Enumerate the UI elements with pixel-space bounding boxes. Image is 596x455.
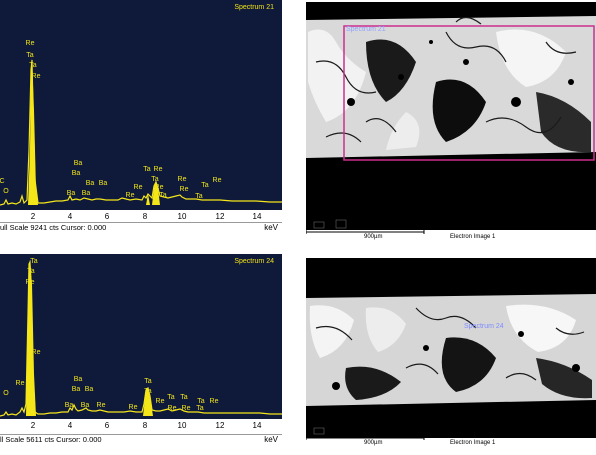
peak-label: Ba bbox=[85, 180, 95, 187]
peak-label: Re bbox=[179, 186, 189, 193]
scale-label: 900µm bbox=[364, 234, 383, 240]
x-tick: 6 bbox=[104, 421, 110, 430]
peak-label: Re bbox=[177, 176, 187, 183]
peak-label: Re bbox=[167, 405, 177, 412]
spectrum-panel-top: Spectrum 21 Re Ta Ta Re C O Ba Ba Ba Ba … bbox=[0, 0, 282, 240]
status-text: ll Scale 5611 cts Cursor: 0.000 bbox=[0, 435, 102, 444]
status-text: ull Scale 9241 cts Cursor: 0.000 bbox=[0, 223, 107, 232]
peak-label: Ta bbox=[167, 394, 175, 401]
peak-label: Ba bbox=[80, 402, 90, 409]
unit-label: keV bbox=[264, 435, 278, 444]
peak-label: Re bbox=[15, 380, 25, 387]
x-tick: 12 bbox=[215, 212, 225, 221]
peak-label: Ta bbox=[143, 166, 151, 173]
image-label: Electron Image 1 bbox=[450, 234, 496, 240]
peak-label: Ba bbox=[73, 160, 83, 167]
peak-label: Ta bbox=[196, 405, 204, 412]
scale-bar-bottom: 900µm Electron Image 1 bbox=[305, 436, 596, 450]
x-tick: 6 bbox=[104, 212, 110, 221]
x-tick: 10 bbox=[177, 421, 187, 430]
peak-label: Re bbox=[25, 40, 35, 47]
peak-label: Ba bbox=[66, 190, 76, 197]
peak-label: Re bbox=[31, 73, 41, 80]
x-tick: 4 bbox=[67, 421, 73, 430]
micrograph-bottom bbox=[306, 258, 596, 438]
status-bar-top: ull Scale 9241 cts Cursor: 0.000 keV bbox=[0, 222, 282, 233]
peak-label: Re bbox=[31, 349, 41, 356]
spectrum-title-bottom: Spectrum 24 bbox=[234, 258, 274, 265]
peak-label: Ta bbox=[26, 52, 34, 59]
scale-bar-top: 900µm Electron Image 1 bbox=[305, 230, 596, 244]
peak-label: Ta bbox=[29, 62, 37, 69]
peak-label: C bbox=[0, 178, 5, 185]
spectrum-title-top: Spectrum 21 bbox=[234, 4, 274, 11]
peak-label: Re bbox=[96, 402, 106, 409]
x-tick: 2 bbox=[30, 421, 36, 430]
status-bar-bottom: ll Scale 5611 cts Cursor: 0.000 keV bbox=[0, 434, 282, 445]
peak-label: Ta bbox=[151, 176, 159, 183]
micrograph-top bbox=[306, 2, 596, 230]
peak-label: Re bbox=[209, 398, 219, 405]
spectrum-panel-bottom: Spectrum 24 Ta Ta Re Re O Re Ba Ba Ba Ba… bbox=[0, 254, 282, 450]
peak-label: Ta bbox=[144, 378, 152, 385]
peak-label: Ta bbox=[144, 388, 152, 395]
peak-label: Ta bbox=[180, 394, 188, 401]
peak-label: Ta bbox=[30, 258, 38, 265]
peak-label: Re bbox=[181, 405, 191, 412]
peak-label: Ba bbox=[84, 386, 94, 393]
peak-label: O bbox=[3, 188, 9, 195]
x-axis-top: 2 4 6 8 10 12 14 bbox=[0, 210, 282, 222]
x-tick: 14 bbox=[252, 212, 262, 221]
spectrum-trace-top bbox=[0, 58, 282, 206]
peak-label: Re bbox=[128, 404, 138, 411]
unit-label: keV bbox=[264, 223, 278, 232]
peak-label: Ba bbox=[71, 386, 81, 393]
peak-label: Ba bbox=[64, 402, 74, 409]
peak-label: Re bbox=[155, 398, 165, 405]
peak-label: Ba bbox=[71, 170, 81, 177]
peak-label: Ba bbox=[81, 190, 91, 197]
peak-label: Ta bbox=[195, 193, 203, 200]
x-tick: 4 bbox=[67, 212, 73, 221]
peak-label: Re bbox=[153, 166, 163, 173]
electron-image-top: Spectrum 21 bbox=[306, 2, 596, 230]
x-tick: 10 bbox=[177, 212, 187, 221]
peak-label: Ba bbox=[98, 180, 108, 187]
peak-label: Ta bbox=[27, 268, 35, 275]
roi-label-top: Spectrum 21 bbox=[346, 26, 386, 33]
peak-label: Ta bbox=[159, 192, 167, 199]
electron-image-bottom: Spectrum 24 bbox=[306, 258, 596, 438]
peak-label: Ta bbox=[197, 398, 205, 405]
x-tick: 14 bbox=[252, 421, 262, 430]
peak-label: Re bbox=[154, 184, 164, 191]
peak-label: Ta bbox=[201, 182, 209, 189]
peak-label: Re bbox=[125, 192, 135, 199]
roi-label-bottom: Spectrum 24 bbox=[464, 323, 504, 330]
scale-label: 900µm bbox=[364, 440, 383, 446]
x-tick: 12 bbox=[215, 421, 225, 430]
x-tick: 8 bbox=[142, 212, 148, 221]
x-tick: 8 bbox=[142, 421, 148, 430]
spectrum-plot-bottom: Spectrum 24 Ta Ta Re Re O Re Ba Ba Ba Ba… bbox=[0, 254, 282, 419]
peak-label: Re bbox=[212, 177, 222, 184]
peak-label: Ba bbox=[73, 376, 83, 383]
peak-label: Re bbox=[25, 279, 35, 286]
spectrum-trace-bottom bbox=[0, 259, 282, 417]
spectrum-plot-top: Spectrum 21 Re Ta Ta Re C O Ba Ba Ba Ba … bbox=[0, 0, 282, 210]
image-label: Electron Image 1 bbox=[450, 440, 496, 446]
x-axis-bottom: 2 4 6 8 10 12 14 bbox=[0, 419, 282, 431]
peak-label: Re bbox=[133, 184, 143, 191]
peak-label: O bbox=[3, 390, 9, 397]
x-tick: 2 bbox=[30, 212, 36, 221]
